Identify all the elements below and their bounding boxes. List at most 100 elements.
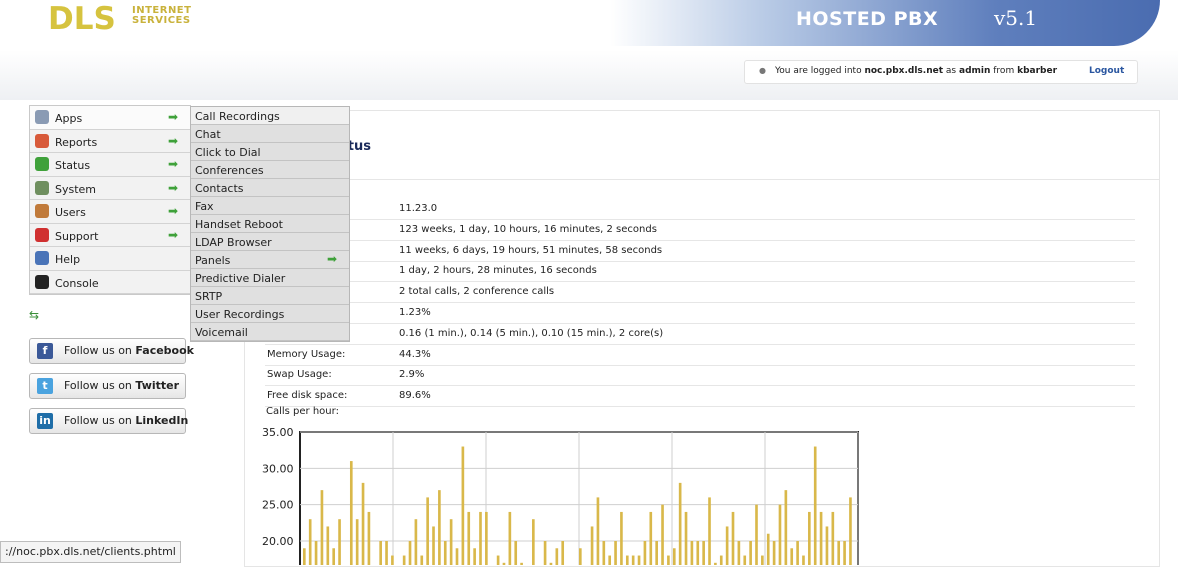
status-row: 1.23% [265,303,1135,324]
submenu-item-label: Voicemail [195,326,248,339]
chart-bar [620,511,623,565]
submenu-item-voicemail[interactable]: Voicemail [191,323,349,341]
submenu-item-contacts[interactable]: Contacts [191,179,349,197]
chart-bar [308,519,312,565]
menu-item-system[interactable]: System ➡ [30,177,190,200]
chart-bar [449,519,453,565]
submenu-item-srtp[interactable]: SRTP [191,287,349,305]
chart-bar [643,541,647,565]
submenu-item-click-to-dial[interactable]: Click to Dial [191,143,349,161]
shuffle-icon[interactable]: ⇆ [29,308,39,322]
chart-bar [749,541,752,565]
chart-bar [637,555,641,565]
chart-bar [667,555,670,565]
chart-bar [719,555,723,565]
chart-bar [849,497,852,565]
dls-logo[interactable]: DLS INTERNET SERVICES [48,2,191,36]
menu-item-support[interactable]: Support ➡ [30,224,190,247]
submenu-item-chat[interactable]: Chat [191,125,349,143]
help-icon [35,251,49,265]
chart-bar [696,541,700,565]
chart-bar [819,511,823,565]
submenu-item-label: SRTP [195,290,223,303]
chart-bar [790,548,794,565]
calls-per-hour-label: Calls per hour: [266,406,339,417]
submenu-item-predictive-dialer[interactable]: Predictive Dialer [191,269,349,287]
y-tick-label: 30.00 [262,462,294,475]
menu-item-users[interactable]: Users ➡ [30,200,190,224]
submenu-item-label: Conferences [195,164,264,177]
menu-item-label: Users [55,206,86,219]
chart-bar [408,541,412,565]
submenu-item-handset-reboot[interactable]: Handset Reboot [191,215,349,233]
twitter-icon: t [37,378,53,394]
submenu-item-panels[interactable]: Panels ➡ [191,251,349,269]
facebook-button[interactable]: f Follow us on Facebook [29,338,194,364]
login-text: You are logged into noc.pbx.dls.net as a… [775,66,1057,76]
status-row-value: 11 weeks, 6 days, 19 hours, 51 minutes, … [399,244,663,256]
menu-item-apps[interactable]: Apps ➡ [30,106,190,130]
chart-bar [367,511,371,565]
reports-icon [35,133,49,148]
status-row-value: 0.16 (1 min.), 0.14 (5 min.), 0.10 (15 m… [399,327,664,339]
chart-bar [455,548,459,565]
chart-bar [602,541,606,565]
menu-item-reports[interactable]: Reports ➡ [30,130,190,153]
y-tick-label: 25.00 [262,499,294,512]
chart-bar [661,504,664,565]
chart-bar [391,555,394,565]
chart-bar [532,519,535,565]
status-row: ss:2 total calls, 2 conference calls [265,282,1135,304]
submenu-item-conferences[interactable]: Conferences [191,161,349,179]
logo-sub: INTERNET SERVICES [132,6,191,26]
status-row-value: 1 day, 2 hours, 28 minutes, 16 seconds [399,265,597,277]
status-row-value: 11.23.0 [399,203,438,214]
console-icon [35,274,49,289]
chart-bar [508,511,512,565]
arrow-right-icon: ➡ [168,204,179,218]
submenu-item-user-recordings[interactable]: User Recordings [191,305,349,323]
menu-item-status[interactable]: Status ➡ [30,153,190,177]
status-row: time:11 weeks, 6 days, 19 hours, 51 minu… [265,241,1135,262]
linkedin-label: Follow us on LinkedIn [64,414,189,427]
status-row: Swap Usage: 2.9% [265,365,1135,387]
twitter-button[interactable]: t Follow us on Twitter [29,373,186,399]
chart-bar [778,504,782,565]
chart-bar [766,533,770,565]
chart-bar [813,446,817,565]
menu-item-label: Help [55,253,81,266]
submenu-item-label: Predictive Dialer [195,272,286,285]
chart-bar [473,548,476,565]
submenu-item-label: User Recordings [195,308,285,321]
submenu-item-label: Call Recordings [195,110,280,123]
arrow-right-icon: ➡ [168,227,179,242]
chart-bar [725,526,729,565]
menu-item-help[interactable]: Help [30,247,190,271]
status-row-value: 89.6% [399,390,431,402]
chart-bar [555,548,559,565]
menu-item-label: Status [55,159,91,172]
apps-icon [35,110,49,124]
status-row: Memory Usage: 44.3% [265,345,1135,366]
submenu-item-fax[interactable]: Fax [191,197,349,215]
linkedin-button[interactable]: in Follow us on LinkedIn [29,408,189,434]
chart-bar [843,541,846,565]
status-row-value: 2.9% [399,369,425,381]
chart-bar [496,555,500,565]
chart-bar [438,490,441,565]
chart-bar [514,541,518,565]
logout-link[interactable]: Logout [1089,66,1124,76]
submenu-item-call-recordings[interactable]: Call Recordings [191,107,349,125]
chart-bar [808,511,811,565]
support-icon [35,227,49,242]
menu-item-console[interactable]: Console [30,271,190,294]
chart-bar [825,526,829,565]
submenu-item-label: Fax [195,200,214,213]
chart-bar [655,541,658,565]
chart-bar [608,555,612,565]
chart-bar [761,555,764,565]
login-as: as [945,66,957,76]
submenu-item-ldap-browser[interactable]: LDAP Browser [191,233,349,251]
product-banner: HOSTED PBX v5.1 [610,0,1160,46]
chart-bar [402,555,406,565]
